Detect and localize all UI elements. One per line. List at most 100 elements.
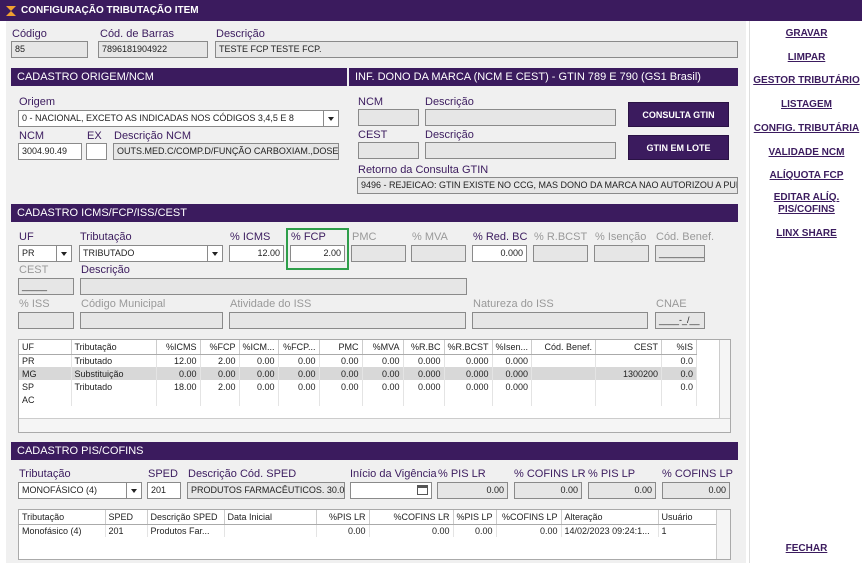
column-header[interactable]: %R.BC <box>403 340 445 355</box>
linx-share-link[interactable]: LINX SHARE <box>750 228 862 240</box>
natureza-field[interactable] <box>472 312 648 329</box>
codbenef-field[interactable]: _________ <box>655 245 705 262</box>
codmun-field[interactable] <box>80 312 223 329</box>
table-row[interactable]: AC <box>19 393 698 406</box>
aliquota-fcp-link[interactable]: ALÍQUOTA FCP <box>750 170 862 182</box>
limpar-link[interactable]: LIMPAR <box>750 52 862 64</box>
ex-field[interactable] <box>86 143 107 160</box>
marca-descricao2-field[interactable] <box>425 142 616 159</box>
pis-tributacao-select[interactable]: MONOFÁSICO (4) <box>18 482 142 499</box>
ncm-field[interactable]: 3004.90.49 <box>18 143 82 160</box>
fechar-link[interactable]: FECHAR <box>750 543 862 555</box>
iss-field[interactable] <box>18 312 74 329</box>
column-header[interactable]: %FCP <box>200 340 240 355</box>
column-header[interactable]: %R.BCST <box>444 340 493 355</box>
column-header[interactable]: %COFINS LP <box>496 510 562 525</box>
barras-field[interactable]: 7896181904922 <box>98 41 208 58</box>
icms-grid-hscrollbar[interactable] <box>19 418 730 432</box>
rbcst-field[interactable] <box>533 245 588 262</box>
table-row[interactable]: SP Tributado 18.00 2.00 0.00 0.00 0.00 0.00 0.00… <box>19 380 698 393</box>
descsped-field[interactable]: PRODUTOS FARMACÊUTICOS. 30.01, 3 <box>187 482 345 499</box>
mva-field[interactable] <box>411 245 466 262</box>
column-header[interactable]: UF <box>19 340 72 355</box>
descricao-field[interactable]: TESTE FCP TESTE FCP. <box>215 41 738 58</box>
desc-ncm-field[interactable]: OUTS.MED.C/COMP.D/FUNÇÃO CARBOXIAM.,DOSE… <box>113 143 339 160</box>
table-cell <box>156 393 201 406</box>
codigo-field[interactable]: 85 <box>11 41 88 58</box>
isencao-field[interactable] <box>594 245 649 262</box>
column-header[interactable]: %COFINS LR <box>369 510 454 525</box>
listagem-link[interactable]: LISTAGEM <box>750 99 862 111</box>
origem-select[interactable]: 0 - NACIONAL, EXCETO AS INDICADAS NOS CÓ… <box>18 110 339 127</box>
pislp-field[interactable]: 0.00 <box>588 482 656 499</box>
atividade-field[interactable] <box>229 312 466 329</box>
icms-descricao-field[interactable] <box>80 278 467 295</box>
column-header[interactable]: PMC <box>319 340 363 355</box>
pis-grid[interactable]: Tributação SPED Descrição SPED Data Inicial… <box>18 509 731 560</box>
cnae-field[interactable]: ____-_/__ <box>655 312 705 329</box>
column-header[interactable]: Data Inicial <box>224 510 317 525</box>
column-header[interactable]: Usuário <box>658 510 718 525</box>
cofinslr-field[interactable]: 0.00 <box>514 482 582 499</box>
column-header[interactable]: Tributação <box>71 340 157 355</box>
natureza-label: Natureza do ISS <box>473 298 554 310</box>
cofinslp-label: % COFINS LP <box>662 468 733 480</box>
column-header[interactable]: %ICM... <box>239 340 279 355</box>
chevron-down-icon[interactable] <box>126 483 141 498</box>
column-header[interactable]: SPED <box>105 510 148 525</box>
icms-grid-vscrollbar[interactable] <box>719 340 730 418</box>
editar-aliq-link[interactable]: EDITAR ALÍQ. PIS/COFINS <box>750 192 862 216</box>
table-cell <box>444 393 493 406</box>
pislr-field[interactable]: 0.00 <box>437 482 508 499</box>
marca-cest-field[interactable] <box>358 142 419 159</box>
column-header[interactable]: Descrição SPED <box>147 510 225 525</box>
table-cell: 0.000 <box>403 380 445 393</box>
table-cell: 0.00 <box>278 354 320 367</box>
marca-descricao-field[interactable] <box>425 109 616 126</box>
table-cell: SP <box>19 380 72 393</box>
column-header[interactable]: Cód. Benef. <box>531 340 597 355</box>
column-header[interactable]: %IS <box>661 340 698 355</box>
column-header[interactable]: %PIS LR <box>316 510 370 525</box>
column-header[interactable]: %FCP... <box>278 340 320 355</box>
icms-field[interactable]: 12.00 <box>229 245 284 262</box>
table-cell: 0.00 <box>362 354 404 367</box>
table-row[interactable]: MG Substituição 0.00 0.00 0.00 0.00 0.00 0.00 0.… <box>19 367 698 380</box>
uf-label: UF <box>19 231 34 243</box>
table-cell <box>362 393 404 406</box>
column-header[interactable]: %Isen... <box>492 340 533 355</box>
table-cell: 0.000 <box>444 380 493 393</box>
column-header[interactable]: Alteração <box>561 510 659 525</box>
pis-grid-vscrollbar[interactable] <box>716 510 730 559</box>
table-cell: 1 <box>658 524 718 537</box>
column-header[interactable]: CEST <box>595 340 663 355</box>
vigencia-field[interactable] <box>350 482 432 499</box>
marca-ncm-field[interactable] <box>358 109 419 126</box>
cofinslp-field[interactable]: 0.00 <box>662 482 730 499</box>
chevron-down-icon[interactable] <box>323 111 338 126</box>
icms-grid[interactable]: UF Tributação %ICMS %FCP %ICM... %FCP... PMC %M… <box>18 339 731 433</box>
table-row[interactable]: PR Tributado 12.00 2.00 0.00 0.00 0.00 0.00 0.00… <box>19 354 698 367</box>
retorno-field[interactable]: 9496 - REJEICAO: GTIN EXISTE NO CCG, MAS… <box>357 177 738 194</box>
gravar-link[interactable]: GRAVAR <box>750 28 862 40</box>
config-tributaria-link[interactable]: CONFIG. TRIBUTÁRIA <box>750 123 862 135</box>
gestor-tributario-link[interactable]: GESTOR TRIBUTÁRIO <box>750 75 862 87</box>
column-header[interactable]: %PIS LP <box>453 510 497 525</box>
chevron-down-icon[interactable] <box>207 246 222 261</box>
uf-select[interactable]: PR <box>18 245 72 262</box>
gtin-em-lote-button[interactable]: GTIN EM LOTE <box>628 135 729 160</box>
table-row[interactable]: Monofásico (4) 201 Produtos Far... 0.00 0.00… <box>19 524 718 537</box>
validade-ncm-link[interactable]: VALIDADE NCM <box>750 147 862 159</box>
chevron-down-icon[interactable] <box>56 246 71 261</box>
consulta-gtin-button[interactable]: CONSULTA GTIN <box>628 102 729 127</box>
column-header[interactable]: %MVA <box>362 340 404 355</box>
sped-field[interactable]: 201 <box>147 482 181 499</box>
table-cell <box>595 380 663 393</box>
cest-field[interactable]: _____ <box>18 278 74 295</box>
calendar-icon[interactable] <box>417 485 428 495</box>
column-header[interactable]: %ICMS <box>156 340 201 355</box>
tributacao-select[interactable]: TRIBUTADO <box>79 245 223 262</box>
pmc-field[interactable] <box>351 245 406 262</box>
column-header[interactable]: Tributação <box>19 510 106 525</box>
redbc-field[interactable]: 0.000 <box>472 245 527 262</box>
